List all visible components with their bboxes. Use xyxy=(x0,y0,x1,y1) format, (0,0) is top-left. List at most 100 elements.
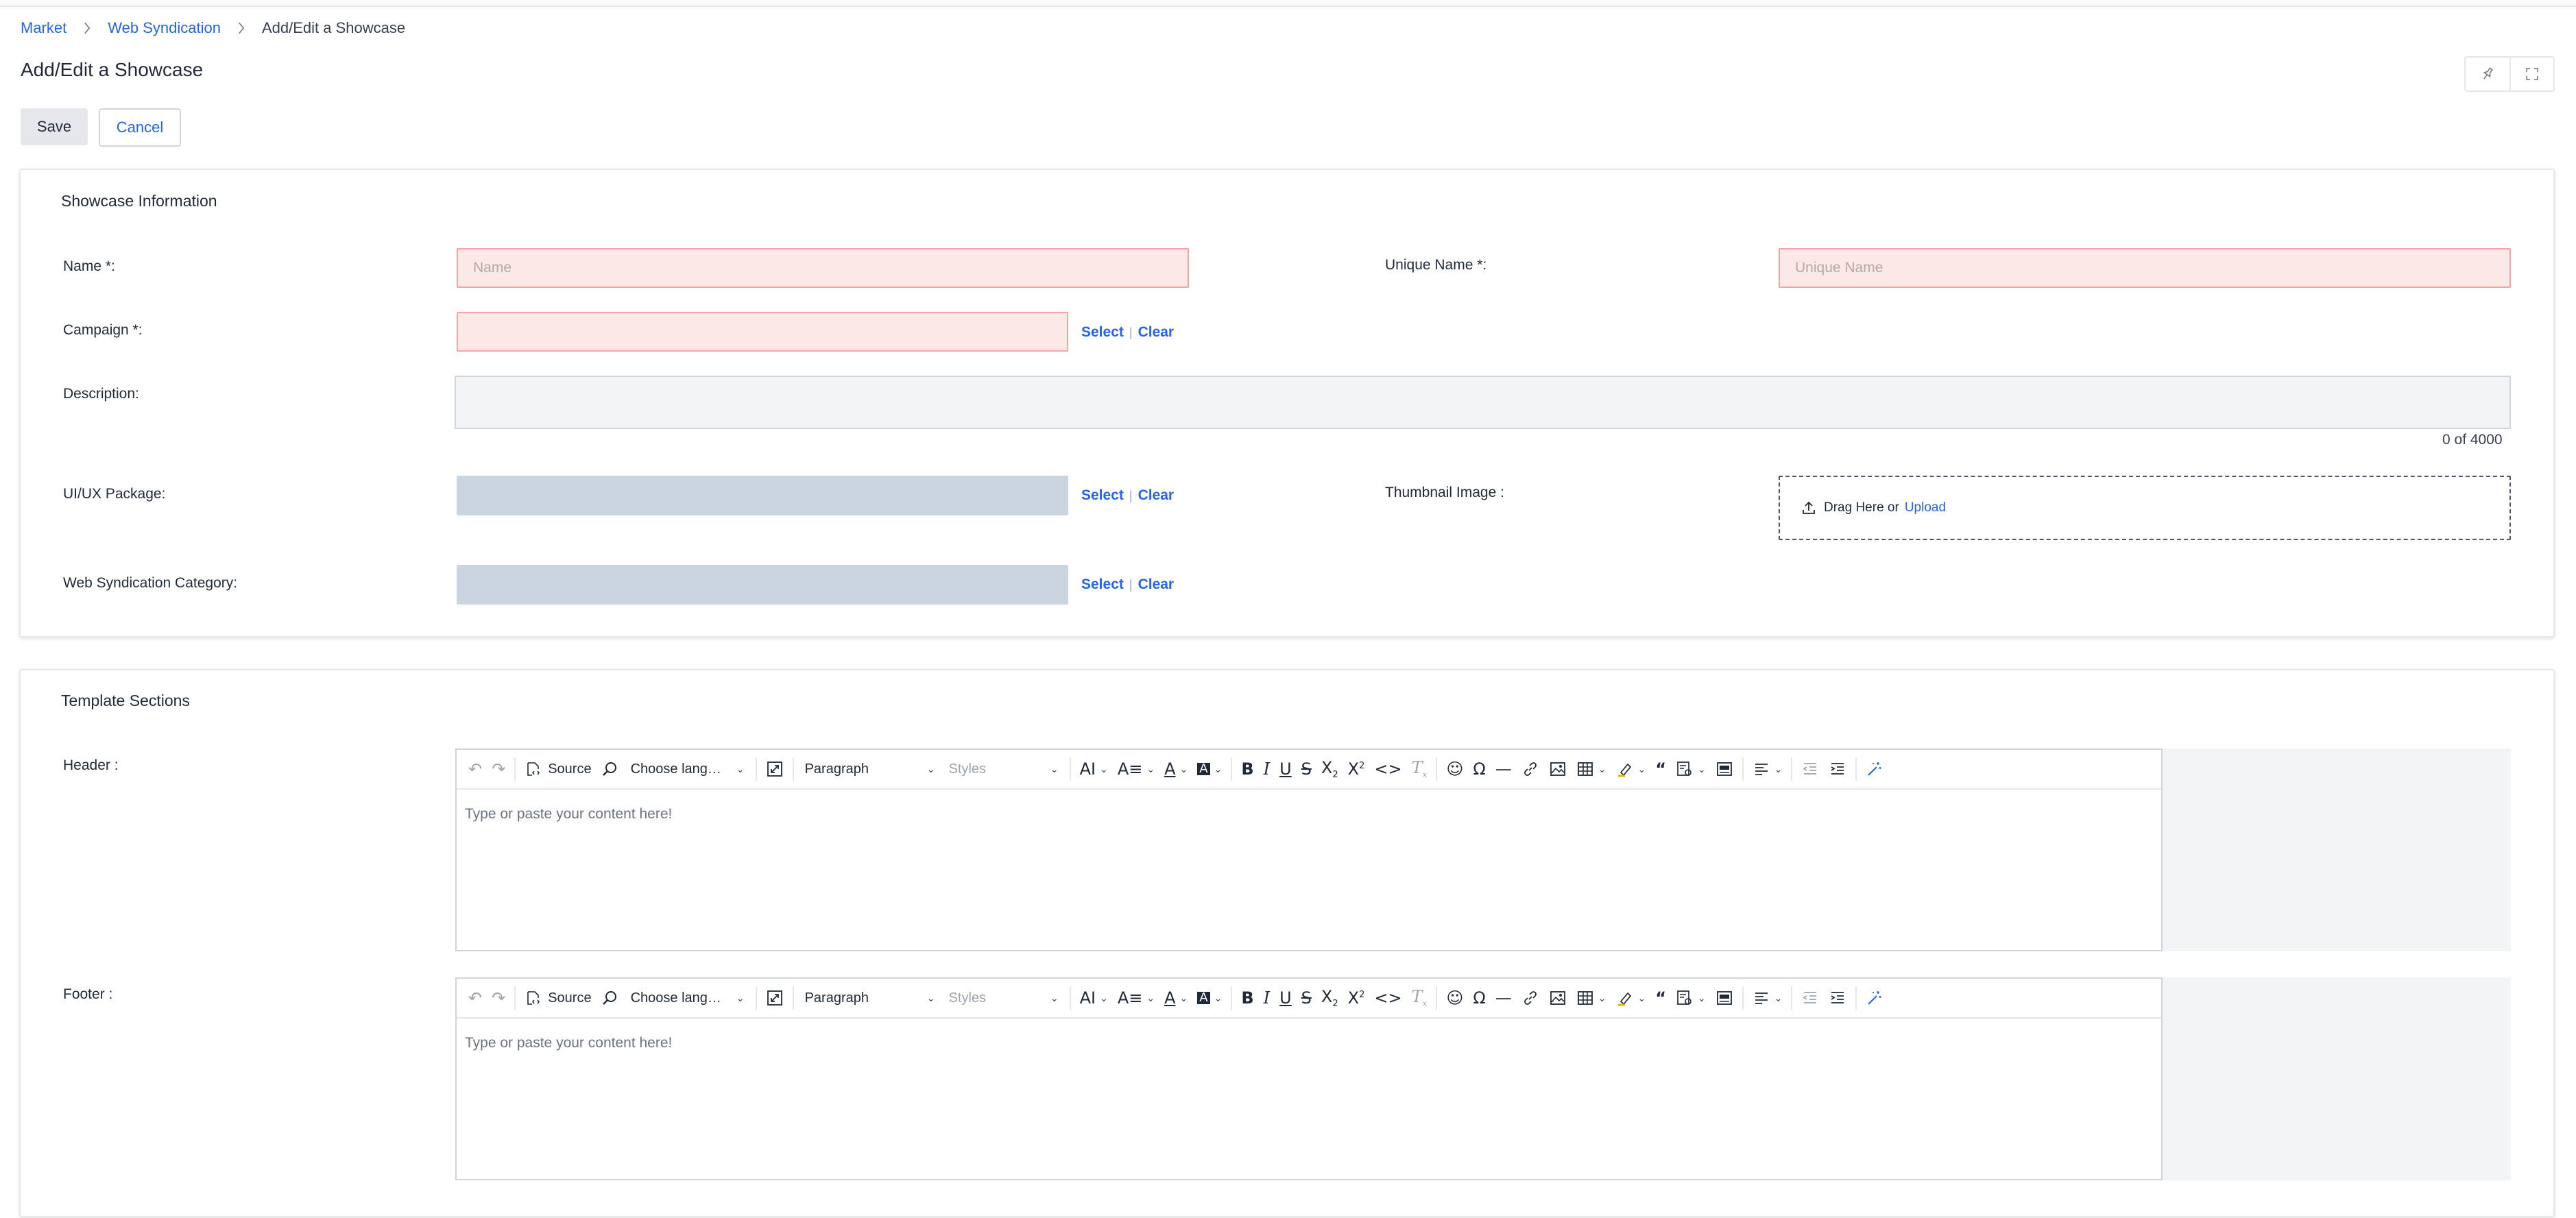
font-color-button[interactable]: A ⌄ xyxy=(1159,982,1192,1014)
font-size-button[interactable]: AI ⌄ xyxy=(1075,753,1113,785)
underline-button[interactable]: U xyxy=(1275,753,1297,785)
highlight-button[interactable]: ⌄ xyxy=(1611,753,1651,785)
table-button[interactable]: ⌄ xyxy=(1572,753,1611,785)
indent-button[interactable] xyxy=(1824,753,1851,785)
link-button[interactable] xyxy=(1517,753,1544,785)
uiux-select-link[interactable]: Select xyxy=(1081,487,1124,504)
styles-dropdown[interactable]: Styles ⌄ xyxy=(942,982,1066,1014)
expand-icon xyxy=(2526,68,2538,80)
italic-button[interactable]: I xyxy=(1259,753,1275,785)
category-select-link[interactable]: Select xyxy=(1081,576,1124,593)
font-background-button[interactable]: A ⌄ xyxy=(1192,982,1227,1014)
find-replace-button[interactable] xyxy=(597,753,624,785)
image-icon xyxy=(1550,762,1565,776)
description-textarea[interactable] xyxy=(455,376,2511,429)
font-background-button[interactable]: A ⌄ xyxy=(1192,753,1227,785)
strikethrough-button[interactable]: S xyxy=(1297,753,1316,785)
superscript-button[interactable]: X2 xyxy=(1343,753,1370,785)
subscript-button[interactable]: X2 xyxy=(1316,753,1343,785)
insert-template-button[interactable]: ⌄ xyxy=(1671,753,1711,785)
outdent-button[interactable] xyxy=(1796,982,1824,1014)
fullscreen-editor-button[interactable] xyxy=(761,753,789,785)
ai-assistant-button[interactable] xyxy=(1861,753,1888,785)
upload-link[interactable]: Upload xyxy=(1905,500,1946,515)
category-clear-link[interactable]: Clear xyxy=(1138,576,1175,593)
omega-icon: Ω xyxy=(1473,988,1486,1008)
font-size-button[interactable]: AI ⌄ xyxy=(1075,982,1113,1014)
link-button[interactable] xyxy=(1517,982,1544,1014)
bold-icon: B xyxy=(1241,988,1254,1008)
remove-format-button[interactable]: Tx xyxy=(1407,982,1432,1014)
bold-button[interactable]: B xyxy=(1236,753,1258,785)
image-button[interactable] xyxy=(1544,982,1572,1014)
horizontal-line-button[interactable]: — xyxy=(1491,982,1517,1014)
underline-button[interactable]: U xyxy=(1275,982,1297,1014)
image-button[interactable] xyxy=(1544,753,1572,785)
alignment-button[interactable]: ⌄ xyxy=(1748,753,1787,785)
emoji-button[interactable]: ☺ xyxy=(1441,753,1468,785)
italic-button[interactable]: I xyxy=(1259,982,1275,1014)
code-button[interactable]: <> xyxy=(1369,982,1406,1014)
window-controls xyxy=(2464,56,2555,92)
drag-here-text: Drag Here or xyxy=(1824,500,1899,515)
table-button[interactable]: ⌄ xyxy=(1572,982,1611,1014)
alignment-button[interactable]: ⌄ xyxy=(1748,982,1787,1014)
paragraph-dropdown[interactable]: Paragraph ⌄ xyxy=(798,753,942,785)
uiux-clear-link[interactable]: Clear xyxy=(1138,487,1175,504)
strikethrough-button[interactable]: S xyxy=(1297,982,1316,1014)
font-color-button[interactable]: A ⌄ xyxy=(1159,753,1192,785)
language-dropdown[interactable]: Choose lang… ⌄ xyxy=(624,982,751,1014)
breadcrumb-web-syndication[interactable]: Web Syndication xyxy=(108,19,221,37)
omega-icon: Ω xyxy=(1473,759,1486,779)
horizontal-line-button[interactable]: — xyxy=(1491,753,1517,785)
thumbnail-image-label: Thumbnail Image : xyxy=(1385,485,1504,500)
italic-icon: I xyxy=(1263,759,1271,779)
superscript-button[interactable]: X2 xyxy=(1343,982,1370,1014)
thumbnail-dropzone[interactable]: Drag Here or Upload xyxy=(1779,476,2511,540)
bold-button[interactable]: B xyxy=(1236,982,1258,1014)
font-family-button[interactable]: A≡ ⌄ xyxy=(1113,982,1159,1014)
pin-button[interactable] xyxy=(2466,58,2509,90)
undo-button[interactable]: ↶ xyxy=(464,753,487,785)
campaign-input[interactable] xyxy=(457,312,1068,352)
blockquote-button[interactable]: “ xyxy=(1650,982,1671,1014)
special-characters-button[interactable]: Ω xyxy=(1468,753,1490,785)
breadcrumb-market[interactable]: Market xyxy=(21,19,67,37)
language-dropdown[interactable]: Choose lang… ⌄ xyxy=(624,753,751,785)
special-characters-button[interactable]: Ω xyxy=(1468,982,1490,1014)
insert-template-button[interactable]: ⌄ xyxy=(1671,982,1711,1014)
source-button[interactable]: Source xyxy=(520,982,596,1014)
campaign-clear-link[interactable]: Clear xyxy=(1138,324,1175,341)
footer-editor-body[interactable]: Type or paste your content here! xyxy=(457,1019,2161,1068)
highlight-button[interactable]: ⌄ xyxy=(1611,982,1651,1014)
remove-format-button[interactable]: Tx xyxy=(1407,753,1432,785)
cancel-button[interactable]: Cancel xyxy=(99,108,181,147)
unique-name-input[interactable] xyxy=(1779,248,2511,288)
superscript-icon: X2 xyxy=(1347,759,1365,779)
find-replace-button[interactable] xyxy=(597,982,624,1014)
html-embed-button[interactable] xyxy=(1711,982,1738,1014)
header-editor-body[interactable]: Type or paste your content here! xyxy=(457,790,2161,839)
footer-label: Footer : xyxy=(63,986,113,1002)
unique-name-label: Unique Name *: xyxy=(1385,257,1487,273)
name-input[interactable] xyxy=(457,248,1189,288)
campaign-select-link[interactable]: Select xyxy=(1081,324,1124,341)
source-button[interactable]: Source xyxy=(520,753,596,785)
redo-button[interactable]: ↷ xyxy=(487,753,510,785)
html-embed-button[interactable] xyxy=(1711,753,1738,785)
outdent-button[interactable] xyxy=(1796,753,1824,785)
redo-button[interactable]: ↷ xyxy=(487,982,510,1014)
font-family-button[interactable]: A≡ ⌄ xyxy=(1113,753,1159,785)
styles-dropdown[interactable]: Styles ⌄ xyxy=(942,753,1066,785)
indent-button[interactable] xyxy=(1824,982,1851,1014)
subscript-button[interactable]: X2 xyxy=(1316,982,1343,1014)
save-button[interactable]: Save xyxy=(21,108,88,145)
fullscreen-editor-button[interactable] xyxy=(761,982,789,1014)
code-button[interactable]: <> xyxy=(1369,753,1406,785)
blockquote-button[interactable]: “ xyxy=(1650,753,1671,785)
fullscreen-button[interactable] xyxy=(2509,58,2553,90)
ai-assistant-button[interactable] xyxy=(1861,982,1888,1014)
paragraph-dropdown[interactable]: Paragraph ⌄ xyxy=(798,982,942,1014)
emoji-button[interactable]: ☺ xyxy=(1441,982,1468,1014)
undo-button[interactable]: ↶ xyxy=(464,982,487,1014)
